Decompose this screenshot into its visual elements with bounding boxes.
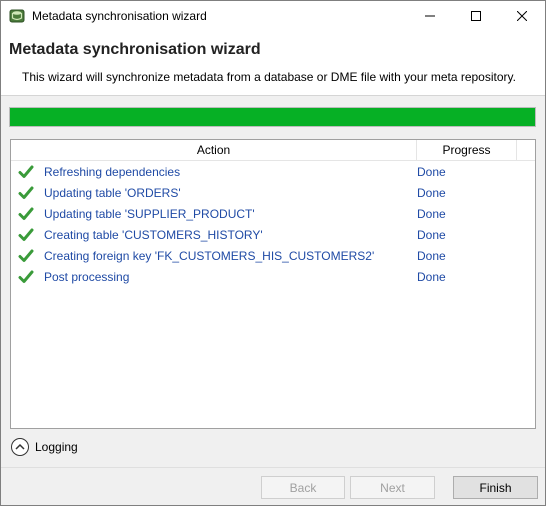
window-title: Metadata synchronisation wizard	[32, 9, 207, 23]
progress-cell: Done	[417, 164, 446, 179]
table-row[interactable]: Creating table 'CUSTOMERS_HISTORY' Done	[11, 224, 535, 245]
progress-cell: Done	[417, 206, 446, 221]
action-cell: Updating table 'ORDERS'	[44, 185, 181, 200]
table-row[interactable]: Updating table 'SUPPLIER_PRODUCT' Done	[11, 203, 535, 224]
checkmark-icon	[18, 185, 34, 201]
checkmark-icon	[18, 227, 34, 243]
progress-fill	[10, 108, 535, 126]
table-row[interactable]: Updating table 'ORDERS' Done	[11, 182, 535, 203]
maximize-button[interactable]	[453, 1, 499, 31]
progress-cell: Done	[417, 248, 446, 263]
action-cell: Creating table 'CUSTOMERS_HISTORY'	[44, 227, 263, 242]
wizard-window: Metadata synchronisation wizard Metadata…	[0, 0, 546, 506]
finish-button[interactable]: Finish	[453, 476, 538, 499]
wizard-header: Metadata synchronisation wizard This wiz…	[1, 31, 545, 96]
checkmark-icon	[18, 269, 34, 285]
table-row[interactable]: Refreshing dependencies Done	[11, 161, 535, 182]
column-header-action[interactable]: Action	[11, 140, 417, 160]
table-body: Refreshing dependencies Done Updating tabl…	[11, 161, 535, 287]
minimize-button[interactable]	[407, 1, 453, 31]
minimize-icon	[425, 15, 435, 17]
logging-label: Logging	[35, 440, 78, 454]
footer-divider	[1, 467, 545, 468]
progress-cell: Done	[417, 185, 446, 200]
page-description: This wizard will synchronize metadata fr…	[22, 70, 516, 84]
close-icon	[517, 11, 527, 21]
close-button[interactable]	[499, 1, 545, 31]
wizard-app-icon	[9, 8, 25, 24]
action-cell: Post processing	[44, 269, 130, 284]
checkmark-icon	[18, 248, 34, 264]
back-button[interactable]: Back	[261, 476, 345, 499]
maximize-icon	[471, 11, 481, 21]
table-row[interactable]: Post processing Done	[11, 266, 535, 287]
table-row[interactable]: Creating foreign key 'FK_CUSTOMERS_HIS_C…	[11, 245, 535, 266]
title-bar[interactable]: Metadata synchronisation wizard	[1, 1, 545, 31]
page-title: Metadata synchronisation wizard	[9, 41, 261, 58]
next-button[interactable]: Next	[350, 476, 435, 499]
column-header-progress[interactable]: Progress	[417, 140, 517, 160]
chevron-up-icon[interactable]	[11, 438, 29, 456]
progress-cell: Done	[417, 227, 446, 242]
logging-toggle[interactable]: Logging	[11, 438, 78, 456]
action-cell: Refreshing dependencies	[44, 164, 181, 179]
action-cell: Creating foreign key 'FK_CUSTOMERS_HIS_C…	[44, 248, 375, 263]
action-cell: Updating table 'SUPPLIER_PRODUCT'	[44, 206, 255, 221]
table-header: Action Progress	[11, 140, 535, 161]
checkmark-icon	[18, 206, 34, 222]
checkmark-icon	[18, 164, 34, 180]
progress-cell: Done	[417, 269, 446, 284]
progress-bar	[9, 107, 536, 127]
actions-table[interactable]: Action Progress Refreshing dependencies D…	[10, 139, 536, 429]
